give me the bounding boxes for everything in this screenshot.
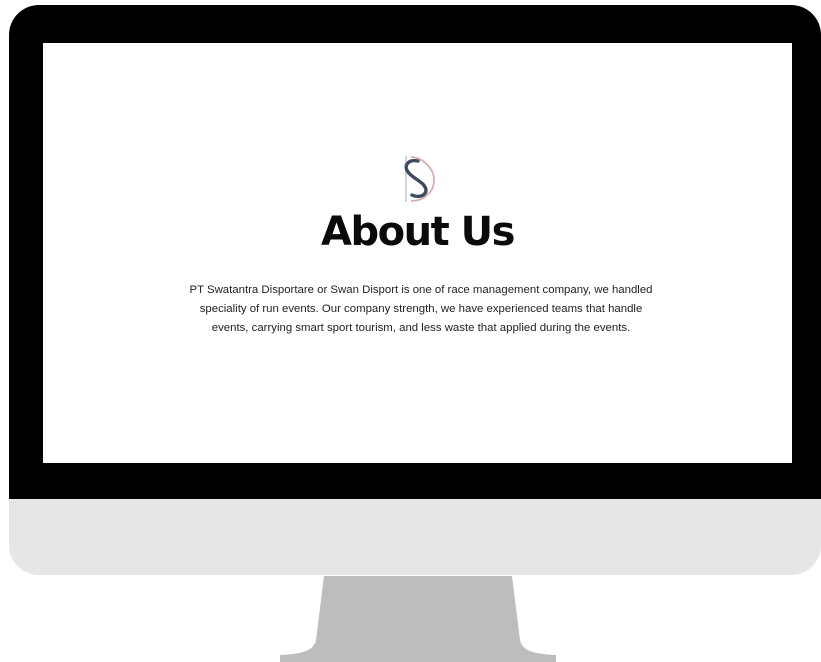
monitor-stand [280, 576, 556, 662]
